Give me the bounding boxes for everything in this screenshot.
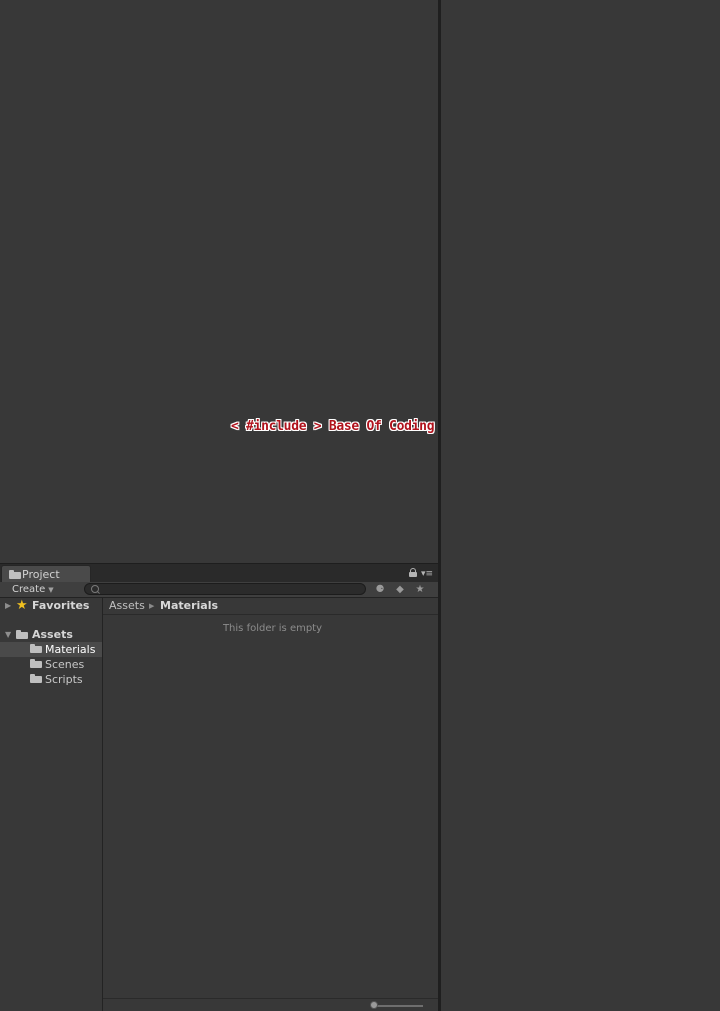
tree-item-scenes[interactable]: Scenes (0, 657, 102, 672)
breadcrumb-materials[interactable]: Materials (160, 598, 218, 614)
create-button[interactable]: Create ▼ (4, 583, 62, 596)
save-search-star-icon[interactable]: ★ (411, 583, 429, 596)
breadcrumb-assets[interactable]: Assets (109, 598, 145, 614)
watermark-text: < #include > Base Of Coding (231, 419, 435, 434)
chevron-down-icon: ▼ (48, 586, 54, 594)
folder-icon (9, 570, 21, 579)
unity-editor: < #include > Base Of Coding Project ▾≡ C… (0, 0, 720, 1011)
icon-size-slider-track[interactable] (373, 1005, 423, 1007)
tab-project[interactable]: Project (1, 565, 91, 582)
folder-icon (30, 644, 42, 653)
breadcrumb-separator-icon: ▶ (149, 602, 155, 610)
tree-item-assets[interactable]: ▼ Assets (0, 627, 102, 642)
tree-item-favorites[interactable]: ▶ ★ Favorites (0, 598, 102, 613)
tree-item-label: Scenes (45, 658, 85, 671)
search-icon (91, 585, 99, 593)
empty-folder-message: This folder is empty (222, 623, 323, 634)
tree-item-label: Favorites (32, 599, 90, 612)
search-input[interactable] (101, 584, 351, 594)
inspector-panel (441, 0, 720, 1011)
panel-menu-icon[interactable]: ▾≡ (421, 570, 433, 579)
project-toolbar: Create ▼ ⚈ ◆ ★ (0, 582, 438, 598)
expanded-arrow-icon[interactable]: ▼ (5, 627, 11, 642)
tree-item-label: Materials (45, 643, 96, 656)
project-footer (103, 998, 438, 1011)
project-sidebar: ▶ ★ Favorites ▼ Assets Materials Scenes … (0, 598, 103, 1011)
folder-icon (16, 630, 28, 639)
panel-controls: ▾≡ (405, 568, 435, 580)
folder-icon (30, 659, 42, 668)
tree-item-label: Scripts (45, 673, 83, 686)
tree-item-materials[interactable]: Materials (0, 642, 102, 657)
tab-strip: Project ▾≡ (0, 563, 438, 582)
star-icon: ★ (16, 598, 28, 613)
search-field[interactable] (84, 583, 366, 595)
tree-item-label: Assets (32, 628, 73, 641)
folder-icon (30, 674, 42, 683)
lock-icon[interactable] (409, 568, 417, 577)
scene-view[interactable]: < #include > Base Of Coding (0, 0, 438, 563)
create-button-label: Create (12, 584, 46, 595)
search-by-type-icon[interactable]: ⚈ (371, 583, 389, 596)
breadcrumb: Assets ▶ Materials (103, 598, 438, 615)
project-panel: Project ▾≡ Create ▼ ⚈ ◆ ★ ▶ ★ Favorites … (0, 563, 438, 1011)
icon-size-slider-thumb[interactable] (370, 1001, 378, 1009)
project-content: Assets ▶ Materials This folder is empty (103, 598, 438, 1011)
search-by-label-icon[interactable]: ◆ (391, 583, 409, 596)
tab-project-label: Project (22, 568, 60, 581)
tree-item-scripts[interactable]: Scripts (0, 672, 102, 687)
collapsed-arrow-icon[interactable]: ▶ (5, 598, 11, 613)
